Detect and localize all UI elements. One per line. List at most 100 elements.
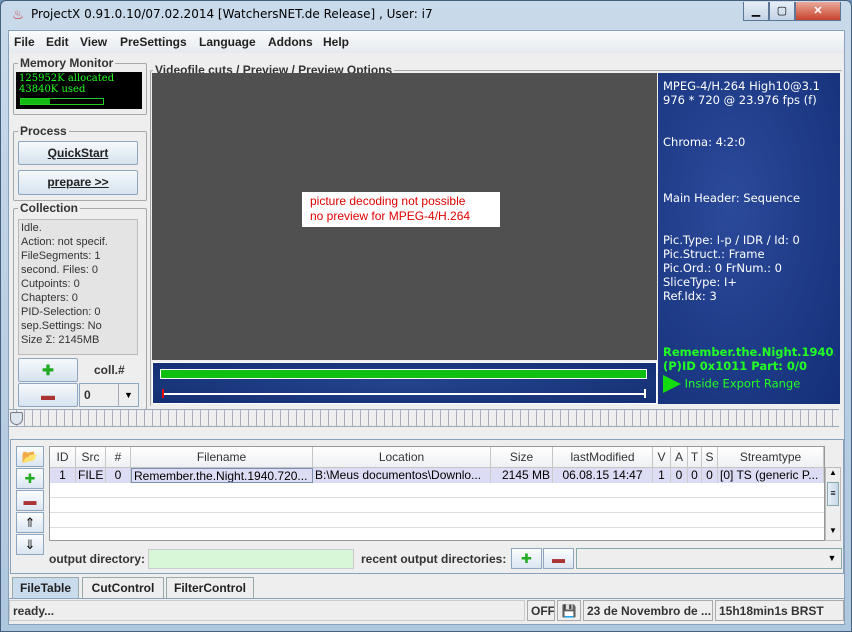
title-bar: ♨ ProjectX 0.91.0.10/07.02.2014 [Watcher… [1, 1, 851, 29]
menu-help[interactable]: Help [323, 35, 349, 49]
info-pid: (P)ID 0x1011 Part: 0/0 [663, 359, 808, 373]
tab-bar: FileTable CutControl FilterControl [9, 577, 844, 599]
add-output-dir-button[interactable]: ✚ [511, 548, 542, 569]
remove-collection-icon: ▬ [41, 387, 55, 403]
column-header-streamtype[interactable]: Streamtype [718, 447, 824, 468]
add-file-button[interactable]: ✚ [16, 468, 44, 489]
quickstart-button[interactable]: QuickStart [18, 141, 138, 165]
window-title: ProjectX 0.91.0.10/07.02.2014 [WatchersN… [31, 7, 433, 21]
menu-addons[interactable]: Addons [268, 35, 313, 49]
cut-end-marker [644, 389, 646, 398]
open-file-button[interactable]: 📂 [16, 446, 44, 467]
folder-add-icon: ✚ [521, 551, 532, 566]
table-cell: FILE [76, 468, 106, 483]
scroll-thumb[interactable]: ≡ [827, 482, 839, 506]
column-header-location[interactable]: Location [313, 447, 491, 468]
info-export: Inside Export Range [663, 375, 835, 393]
table-cell: 1 [50, 468, 76, 483]
position-slider[interactable] [9, 409, 839, 427]
file-table: ID Src # Filename Location Size lastModified V A… [49, 446, 825, 541]
play-triangle-icon [663, 375, 681, 393]
status-off: OFF [527, 600, 555, 621]
chevron-down-icon[interactable]: ▼ [118, 384, 138, 406]
output-directory-input[interactable] [148, 549, 354, 569]
status-time: 15h18min1s BRST [715, 600, 844, 621]
info-picord: Pic.Ord.: 0 FrNum.: 0 [663, 261, 782, 275]
process-group: Process QuickStart prepare >> [13, 124, 147, 201]
folder-remove-icon: ▬ [23, 493, 37, 508]
remove-file-button[interactable]: ▬ [16, 490, 44, 511]
double-down-icon: ⇓ [24, 537, 36, 552]
column-header-size[interactable]: Size [491, 447, 553, 468]
menu-file[interactable]: File [14, 35, 35, 49]
maximize-button[interactable]: ▢ [769, 2, 795, 21]
table-cell: 1 [653, 468, 671, 483]
info-filename: Remember.the.Night.1940.720 [663, 345, 835, 359]
status-bar: ready... OFF 💾 23 de Novembro de ... 15h… [9, 600, 844, 622]
table-cell: 0 [702, 468, 718, 483]
menu-view[interactable]: View [80, 35, 107, 49]
column-header-lastmodified[interactable]: lastModified [553, 447, 653, 468]
chevron-down-icon[interactable]: ▼ [823, 549, 841, 568]
cut-start-marker[interactable] [162, 389, 164, 398]
close-button[interactable]: ✕ [795, 2, 841, 21]
minimize-button[interactable]: ▁ [743, 2, 769, 21]
collection-line: Chapters: 0 [21, 292, 78, 304]
collection-line: Size Σ: 2145MB [21, 334, 100, 346]
folder-add-icon: ✚ [24, 471, 36, 486]
column-header-v[interactable]: V [653, 447, 671, 468]
coll-number-label: coll.# [94, 363, 125, 377]
collection-select[interactable]: 0 ▼ [79, 383, 139, 407]
prepare-button[interactable]: prepare >> [18, 170, 138, 195]
column-header-[interactable]: # [106, 447, 131, 468]
tab-cutcontrol[interactable]: CutControl [82, 577, 164, 598]
menu-language[interactable]: Language [199, 35, 256, 49]
collection-line: second. Files: 0 [21, 264, 99, 276]
column-header-filename[interactable]: Filename [131, 447, 313, 468]
remove-collection-button[interactable]: ▬ [18, 383, 78, 407]
memory-used: 43840K used [19, 84, 86, 95]
info-pictype: Pic.Type: I-p / IDR / Id: 0 [663, 233, 800, 247]
floppy-icon: 💾 [557, 600, 581, 621]
column-header-t[interactable]: T [688, 447, 702, 468]
collection-line: sep.Settings: No [21, 320, 102, 332]
scroll-down-icon[interactable]: ▼ [826, 526, 840, 540]
info-chroma: Chroma: 4:2:0 [663, 135, 746, 149]
table-scrollbar[interactable]: ▲ ≡ ▼ [825, 467, 841, 541]
remove-output-dir-button[interactable]: ▬ [543, 548, 574, 569]
tab-filetable[interactable]: FileTable [12, 577, 79, 598]
column-header-src[interactable]: Src [76, 447, 106, 468]
process-title: Process [18, 124, 69, 138]
file-table-panel: 📂 ✚ ▬ ⇑ ⇓ ID Src # Filename Location Size last… [10, 439, 844, 574]
column-header-a[interactable]: A [671, 447, 688, 468]
column-header-s[interactable]: S [702, 447, 718, 468]
menu-presettings[interactable]: PreSettings [120, 35, 187, 49]
move-up-button[interactable]: ⇑ [16, 512, 44, 533]
add-collection-icon: ✚ [42, 362, 54, 378]
move-down-button[interactable]: ⇓ [16, 534, 44, 555]
column-header-id[interactable]: ID [50, 447, 76, 468]
memory-bar [20, 98, 104, 105]
stream-info-panel: MPEG-4/H.264 High10@3.1 976 * 720 @ 23.9… [658, 73, 840, 404]
table-cell: 0 [671, 468, 688, 483]
scroll-up-icon[interactable]: ▲ [826, 468, 840, 482]
cut-bar-panel [152, 362, 657, 404]
menu-bar: File Edit View PreSettings Language Addo… [9, 31, 844, 53]
cut-timeline[interactable] [163, 393, 645, 395]
recent-output-select[interactable]: ▼ [576, 548, 842, 569]
collection-line: FileSegments: 1 [21, 250, 101, 262]
info-resolution: 976 * 720 @ 23.976 fps (f) [663, 93, 817, 107]
info-codec: MPEG-4/H.264 High10@3.1 [663, 79, 820, 93]
client-area: File Edit View PreSettings Language Addo… [8, 30, 845, 625]
tab-filtercontrol[interactable]: FilterControl [166, 577, 254, 598]
table-cell: Remember.the.Night.1940.720... [131, 468, 313, 483]
slider-thumb[interactable] [10, 412, 23, 425]
add-collection-button[interactable]: ✚ [18, 358, 78, 382]
menu-edit[interactable]: Edit [46, 35, 69, 49]
preview-message-line2: no preview for MPEG-4/H.264 [310, 209, 471, 223]
table-row[interactable]: 1 FILE 0 Remember.the.Night.1940.720... B:\M… [50, 468, 824, 483]
table-cell: [0] TS (generic P... [718, 468, 824, 483]
folder-open-icon: 📂 [21, 449, 39, 464]
memory-display: 125952K allocated 43840K used [16, 72, 142, 109]
table-cell: B:\Meus documentos\Downlo... [313, 468, 491, 483]
